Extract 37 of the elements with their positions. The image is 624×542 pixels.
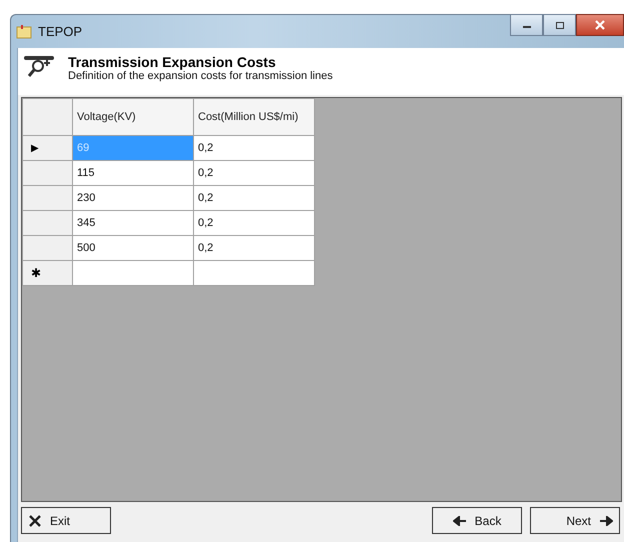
table-cell[interactable] bbox=[194, 260, 314, 286]
minimize-button[interactable] bbox=[510, 14, 543, 36]
row-header[interactable] bbox=[22, 160, 72, 186]
table-cell[interactable]: 0,2 bbox=[194, 236, 314, 260]
table-cell[interactable]: 0,2 bbox=[194, 210, 314, 236]
close-icon bbox=[28, 514, 42, 528]
current-row-marker: ▶ bbox=[30, 143, 39, 154]
window-title: TEPOP bbox=[38, 24, 82, 39]
header-title: Transmission Expansion Costs bbox=[68, 54, 276, 70]
table-cell[interactable]: 0,2 bbox=[194, 136, 314, 160]
table-cell[interactable]: 345 bbox=[72, 210, 194, 236]
header-subtitle: Definition of the expansion costs for transmission lines bbox=[68, 70, 333, 83]
row-header[interactable]: ✱ bbox=[22, 260, 72, 286]
next-button[interactable]: Next bbox=[530, 507, 620, 534]
column-header[interactable]: Voltage(KV) bbox=[72, 98, 194, 136]
column-header[interactable]: Cost(Million US$/mi) bbox=[194, 98, 314, 136]
exit-button[interactable]: Exit bbox=[21, 507, 111, 534]
new-row-marker: ✱ bbox=[30, 266, 41, 280]
table-cell[interactable]: 500 bbox=[72, 236, 194, 260]
row-header[interactable] bbox=[22, 236, 72, 260]
maximize-icon bbox=[554, 20, 564, 30]
close-icon bbox=[594, 20, 606, 30]
table-cell[interactable]: 115 bbox=[72, 160, 194, 186]
table-cell[interactable] bbox=[72, 260, 194, 286]
row-header[interactable]: ▶ bbox=[22, 136, 72, 160]
maximize-button[interactable] bbox=[543, 14, 576, 36]
left-arrow-icon bbox=[452, 516, 467, 526]
right-arrow-icon bbox=[599, 516, 613, 526]
back-button[interactable]: Back bbox=[432, 507, 522, 534]
app-icon bbox=[16, 24, 32, 40]
magnifier-icon bbox=[22, 54, 56, 80]
table-cell[interactable]: 230 bbox=[72, 186, 194, 210]
close-button[interactable] bbox=[576, 14, 624, 36]
row-header[interactable] bbox=[22, 210, 72, 236]
row-header[interactable] bbox=[22, 186, 72, 210]
table-cell[interactable]: 0,2 bbox=[194, 186, 314, 210]
table-cell[interactable]: 0,2 bbox=[194, 160, 314, 186]
